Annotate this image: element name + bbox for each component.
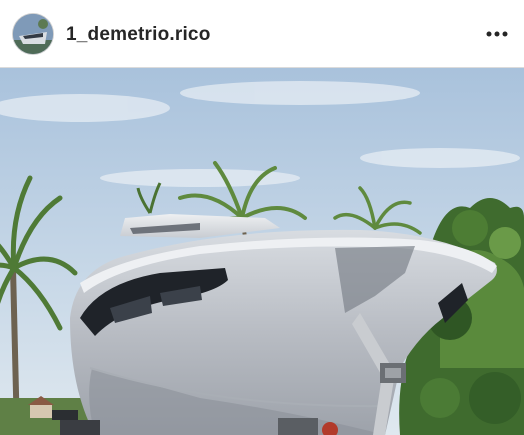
yacht-hull-on-trailer-photo	[0, 68, 524, 435]
boat-avatar-icon	[13, 14, 53, 54]
username-link[interactable]: 1_demetrio.rico	[66, 23, 211, 47]
post-photo[interactable]	[0, 68, 524, 435]
profile-avatar[interactable]	[13, 14, 53, 54]
post-header: 1_demetrio.rico	[0, 0, 524, 68]
more-horizontal-icon	[486, 31, 508, 37]
more-options-button[interactable]	[484, 22, 510, 46]
